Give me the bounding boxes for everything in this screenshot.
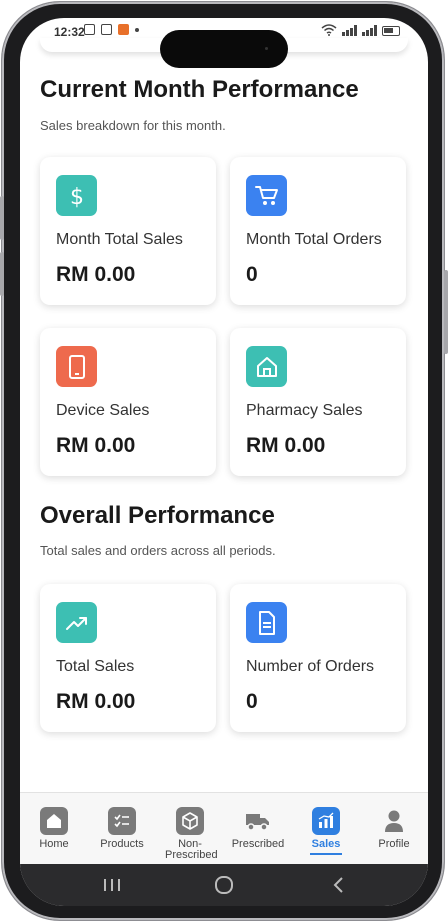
card-value: RM 0.00 (246, 434, 326, 457)
home-icon (246, 346, 287, 387)
overall-subtitle: Total sales and orders across all period… (40, 543, 276, 558)
screen: Current Month Performance Sales breakdow… (20, 18, 428, 906)
nav-label: Home (39, 838, 69, 850)
bottom-nav: Home Products Non-Prescribed Prescribed … (20, 792, 428, 865)
trending-up-icon (56, 602, 97, 643)
user-icon (380, 807, 408, 835)
home-icon (40, 807, 68, 835)
wifi-icon (321, 24, 337, 36)
card-value: RM 0.00 (56, 434, 136, 457)
home-system-button[interactable] (212, 874, 236, 896)
status-time: 12:32 (54, 25, 85, 39)
sales-content[interactable]: Current Month Performance Sales breakdow… (20, 18, 428, 788)
card-value: 0 (246, 690, 258, 713)
cart-icon (246, 175, 287, 216)
nav-item-home[interactable]: Home (20, 801, 88, 861)
pharmacy-sales-card: Pharmacy Sales RM 0.00 (230, 328, 406, 476)
nav-item-products[interactable]: Products (88, 801, 156, 861)
system-nav-bar (20, 864, 428, 906)
recents-button[interactable] (100, 874, 124, 896)
card-value: 0 (246, 263, 258, 286)
overall-title: Overall Performance (40, 502, 275, 529)
box-icon (176, 807, 204, 835)
active-tab-indicator (310, 853, 342, 855)
current-month-title: Current Month Performance (40, 76, 359, 103)
power-button (444, 270, 448, 354)
card-value: RM 0.00 (56, 263, 136, 286)
app-notification-icon (118, 24, 129, 35)
notification-icons (84, 24, 139, 35)
card-label: Total Sales (56, 658, 135, 675)
card-label: Month Total Sales (56, 231, 183, 248)
battery-icon (382, 26, 400, 36)
nav-label: Prescribed (231, 838, 285, 850)
card-label: Device Sales (56, 402, 150, 419)
checklist-icon (108, 807, 136, 835)
nav-label: Sales (311, 838, 341, 850)
nav-label: Products (100, 838, 144, 850)
card-value: RM 0.00 (56, 690, 136, 713)
month-total-orders-card: Month Total Orders 0 (230, 157, 406, 305)
nav-item-profile[interactable]: Profile (360, 801, 428, 861)
more-notifications-dot (135, 27, 139, 32)
system-status-icons (321, 24, 400, 36)
truck-icon (244, 807, 272, 835)
signal-icon (342, 25, 357, 36)
card-label: Pharmacy Sales (246, 402, 363, 419)
nav-label: Non-Prescribed (165, 838, 218, 861)
notification-icon (84, 24, 95, 35)
signal-icon (362, 25, 377, 36)
volume-down-button (0, 252, 4, 296)
nav-label: Profile (378, 838, 410, 850)
month-total-sales-card: $ Month Total Sales RM 0.00 (40, 157, 216, 305)
device-sales-card: Device Sales RM 0.00 (40, 328, 216, 476)
current-month-subtitle: Sales breakdown for this month. (40, 118, 226, 133)
nav-item-non-prescribed[interactable]: Non-Prescribed (156, 801, 224, 861)
nav-item-prescribed[interactable]: Prescribed (224, 801, 292, 861)
chart-icon (312, 807, 340, 835)
phone-device-icon (56, 346, 97, 387)
card-label: Month Total Orders (246, 231, 382, 248)
notification-icon (101, 24, 112, 35)
back-button[interactable] (326, 874, 350, 896)
dynamic-island (160, 30, 288, 68)
dollar-icon: $ (56, 175, 97, 216)
document-icon (246, 602, 287, 643)
total-sales-card: Total Sales RM 0.00 (40, 584, 216, 732)
card-label: Number of Orders (246, 658, 375, 675)
volume-up-button (0, 196, 4, 240)
number-of-orders-card: Number of Orders 0 (230, 584, 406, 732)
svg-text:$: $ (70, 185, 84, 209)
nav-item-sales[interactable]: Sales (292, 801, 360, 861)
